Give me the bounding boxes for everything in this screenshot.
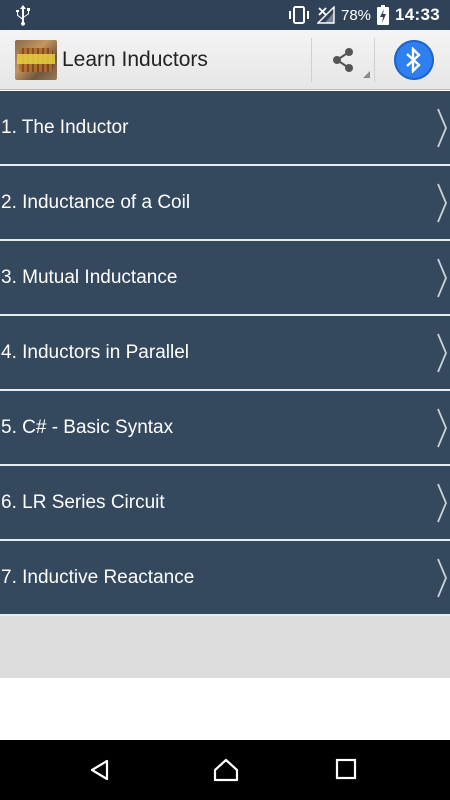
app-logo-icon[interactable] (15, 40, 57, 80)
screen: 78% 14:33 Learn Inductors 1. The Inducto… (0, 0, 450, 800)
share-button[interactable] (311, 38, 375, 82)
list-item-label: 3. Mutual Inductance (1, 267, 178, 288)
status-bar: 78% 14:33 (0, 0, 450, 30)
list-item-label: 7. Inductive Reactance (1, 567, 195, 588)
status-icons: 78% 14:33 (281, 0, 440, 30)
chevron-right-icon (437, 258, 447, 298)
chevron-right-icon (437, 483, 447, 523)
list-item[interactable]: 3. Mutual Inductance (0, 241, 450, 316)
navigation-bar (0, 740, 450, 800)
battery-charging-icon (377, 5, 390, 25)
signal-off-icon (316, 6, 335, 24)
list-item-label: 4. Inductors in Parallel (1, 342, 189, 363)
bluetooth-button[interactable] (394, 40, 434, 80)
lesson-list: 1. The Inductor 2. Inductance of a Coil … (0, 91, 450, 616)
battery-percent: 78% (340, 6, 372, 24)
chevron-right-icon (437, 408, 447, 448)
back-icon[interactable] (88, 758, 112, 782)
list-item-label: 2. Inductance of a Coil (1, 192, 191, 213)
chevron-right-icon (437, 333, 447, 373)
list-item[interactable]: 1. The Inductor (0, 91, 450, 166)
list-item-label: 6. LR Series Circuit (1, 492, 165, 513)
blank-area (0, 678, 450, 740)
status-clock: 14:33 (395, 5, 440, 24)
chevron-right-icon (437, 183, 447, 223)
chevron-right-icon (437, 108, 447, 148)
footer-panel (0, 616, 450, 678)
list-item[interactable]: 6. LR Series Circuit (0, 466, 450, 541)
list-item[interactable]: 2. Inductance of a Coil (0, 166, 450, 241)
vibrate-icon (288, 6, 309, 24)
bluetooth-icon (406, 47, 421, 73)
home-icon[interactable] (213, 758, 239, 782)
overflow-indicator (363, 71, 370, 78)
usb-icon (16, 5, 30, 26)
list-item-label: 1. The Inductor (1, 117, 129, 138)
list-item[interactable]: 7. Inductive Reactance (0, 541, 450, 616)
app-title: Learn Inductors (62, 48, 208, 71)
action-bar: Learn Inductors (0, 30, 450, 90)
chevron-right-icon (437, 558, 447, 598)
share-icon (333, 48, 353, 72)
list-item[interactable]: 4. Inductors in Parallel (0, 316, 450, 391)
list-item[interactable]: 5. C# - Basic Syntax (0, 391, 450, 466)
list-item-label: 5. C# - Basic Syntax (1, 417, 174, 438)
recents-icon[interactable] (335, 758, 357, 780)
